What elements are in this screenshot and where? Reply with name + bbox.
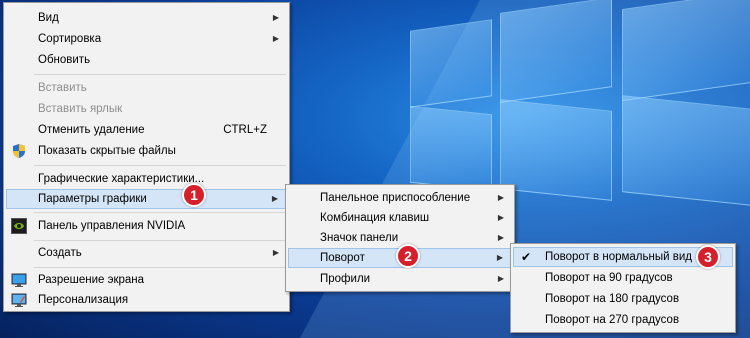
menu-item-panel-gadget[interactable]: Панельное приспособление ▶ [288, 188, 512, 208]
menu-item-label: Панель управления NVIDIA [38, 220, 186, 232]
menu-item-hotkeys[interactable]: Комбинация клавиш ▶ [288, 208, 512, 228]
personalize-icon [11, 292, 27, 308]
menu-separator [34, 165, 286, 166]
menu-separator [34, 212, 286, 213]
submenu-arrow-icon: ▶ [496, 253, 503, 262]
menu-separator [34, 74, 286, 75]
menu-item-nvidia-control-panel[interactable]: Панель управления NVIDIA [6, 216, 287, 236]
menu-separator [34, 240, 286, 241]
menu-separator [34, 267, 286, 268]
menu-item-label: Вид [38, 12, 59, 24]
menu-item-label: Сортировка [38, 33, 102, 45]
menu-item-label: Персонализация [38, 294, 129, 306]
submenu-arrow-icon: ▶ [497, 213, 504, 222]
graphics-options-submenu: Панельное приспособление ▶ Комбинация кл… [285, 184, 515, 292]
menu-item-tray-icon[interactable]: Значок панели ▶ [288, 228, 512, 248]
menu-item-rotate-90[interactable]: Поворот на 90 градусов [513, 268, 733, 288]
menu-item-label: Показать скрытые файлы [38, 145, 176, 157]
menu-item-paste-shortcut[interactable]: Вставить ярлык [6, 99, 287, 119]
menu-item-label: Панельное приспособление [320, 192, 471, 204]
menu-item-refresh[interactable]: Обновить [6, 50, 287, 70]
submenu-arrow-icon: ▶ [272, 248, 279, 257]
submenu-arrow-icon: ▶ [272, 34, 279, 43]
menu-item-label: Параметры графики [38, 193, 147, 205]
menu-item-show-hidden-files[interactable]: Показать скрытые файлы [6, 141, 287, 161]
menu-item-label: Создать [38, 247, 82, 259]
menu-item-label: Вставить ярлык [38, 103, 123, 115]
submenu-arrow-icon: ▶ [272, 13, 279, 22]
menu-item-label: Обновить [38, 54, 91, 66]
submenu-arrow-icon: ▶ [497, 233, 504, 242]
step-badge-1: 1 [182, 183, 206, 207]
checkmark-icon: ✔ [521, 250, 532, 264]
submenu-arrow-icon: ▶ [271, 194, 278, 203]
menu-item-rotate-270[interactable]: Поворот на 270 градусов [513, 310, 733, 330]
wallpaper-window-pane [500, 0, 612, 103]
menu-item-label: Поворот на 270 градусов [545, 314, 680, 326]
menu-item-label: Профили [320, 273, 371, 285]
menu-item-graphics-properties[interactable]: Графические характеристики... [6, 169, 287, 189]
menu-item-shortcut: CTRL+Z [223, 124, 267, 136]
wallpaper-window-pane [500, 99, 612, 201]
menu-item-label: Поворот [320, 252, 365, 264]
menu-item-label: Поворот на 90 градусов [545, 272, 673, 284]
menu-item-undo-delete[interactable]: Отменить удаление CTRL+Z [6, 120, 287, 140]
menu-item-sort[interactable]: Сортировка ▶ [6, 29, 287, 49]
submenu-arrow-icon: ▶ [497, 193, 504, 202]
menu-item-graphics-options[interactable]: Параметры графики ▶ [6, 189, 287, 209]
wallpaper-window-pane [622, 95, 750, 206]
submenu-arrow-icon: ▶ [497, 274, 504, 283]
menu-item-label: Отменить удаление [38, 124, 145, 136]
menu-item-screen-resolution[interactable]: Разрешение экрана [6, 270, 287, 290]
uac-shield-icon [11, 143, 27, 159]
step-badge-2: 2 [396, 244, 420, 268]
menu-item-paste[interactable]: Вставить [6, 78, 287, 98]
wallpaper-window-pane [410, 19, 492, 108]
menu-item-label: Вставить [38, 82, 87, 94]
menu-item-new[interactable]: Создать ▶ [6, 243, 287, 263]
menu-item-label: Поворот в нормальный вид [545, 251, 692, 263]
menu-item-label: Значок панели [320, 232, 399, 244]
menu-item-label: Комбинация клавиш [320, 212, 430, 224]
menu-item-label: Разрешение экрана [38, 274, 145, 286]
menu-item-label: Поворот на 180 градусов [545, 293, 680, 305]
menu-item-view[interactable]: Вид ▶ [6, 8, 287, 28]
nvidia-icon [11, 218, 27, 234]
desktop-context-menu: Вид ▶ Сортировка ▶ Обновить Вставить Вст… [3, 2, 290, 312]
display-icon [11, 272, 27, 288]
wallpaper-window-pane [410, 105, 492, 192]
menu-item-label: Графические характеристики... [38, 173, 205, 185]
menu-item-personalize[interactable]: Персонализация [6, 290, 287, 310]
menu-item-profiles[interactable]: Профили ▶ [288, 269, 512, 289]
step-badge-3: 3 [696, 245, 720, 269]
menu-item-rotate-180[interactable]: Поворот на 180 градусов [513, 289, 733, 309]
